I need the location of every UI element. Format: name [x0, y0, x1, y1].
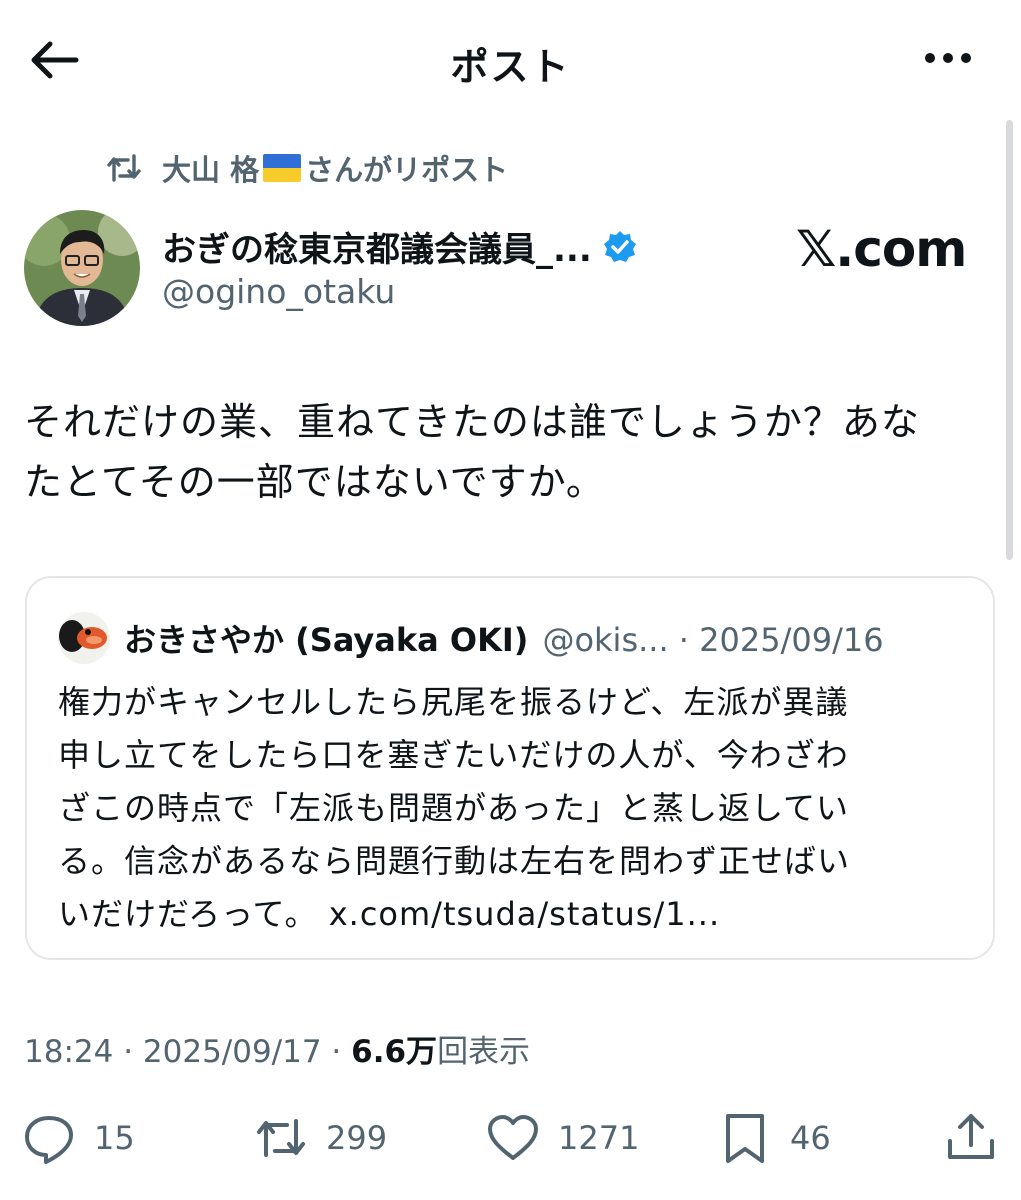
quote-text-tail: いだけだろって。 [58, 895, 318, 933]
like-button[interactable]: 1271 [486, 1108, 639, 1168]
quote-text-line: 申し立てをしたら口を塞ぎたいだけの人が、今わざわ [58, 736, 849, 774]
quote-header: おきさやか (Sayaka OKI) @okis... · 2025/09/16 [124, 615, 884, 661]
bookmark-count: 46 [790, 1119, 831, 1157]
bookmark-button[interactable]: 46 [718, 1108, 831, 1168]
share-icon [948, 1114, 994, 1159]
scrollbar[interactable] [1006, 120, 1013, 560]
quote-text: 権力がキャンセルしたら尻尾を振るけど、左派が異議 申し立てをしたら口を塞ぎたいだ… [58, 676, 958, 941]
repost-user-name: 大山 格 [162, 153, 260, 187]
author-handle[interactable]: @ogino_otaku [162, 272, 395, 311]
more-button[interactable] [918, 38, 978, 78]
avatar[interactable] [24, 210, 140, 326]
quote-text-line: る。信念があるなら問題行動は左右を問わず正せばい [58, 842, 851, 880]
repost-count: 299 [326, 1119, 388, 1157]
view-count: 6.6万 [351, 1034, 438, 1070]
repost-icon [107, 154, 141, 182]
repost-context[interactable]: 大山 格 さんがリポスト [106, 148, 508, 188]
verified-badge-icon [603, 230, 636, 262]
repost-label: さんがリポスト [305, 153, 509, 187]
reply-button[interactable]: 15 [22, 1108, 135, 1168]
quote-text-line: 権力がキャンセルしたら尻尾を振るけど、左派が異議 [58, 683, 849, 721]
ukraine-flag-icon [263, 154, 302, 182]
more-horizontal-icon [925, 53, 971, 63]
heart-icon [488, 1115, 538, 1160]
post-timestamp: 18:24 · 2025/09/17 · 6.6万回表示 [24, 1026, 530, 1071]
reply-icon [25, 1116, 73, 1164]
share-button[interactable] [944, 1108, 1016, 1168]
bookmark-icon [726, 1114, 764, 1163]
post-text: それだけの業、重ねてきたのは誰でしょうか？あな たとてその一部ではないですか。 [24, 392, 989, 512]
page-title: ポスト [450, 45, 571, 89]
quote-avatar[interactable] [58, 612, 110, 664]
reply-count: 15 [94, 1119, 135, 1157]
post-time: 18:24 · 2025/09/17 · [24, 1034, 352, 1070]
quote-text-line: いだけだろって。 x.com/tsuda/status/1... [58, 888, 958, 941]
repost-button[interactable]: 299 [254, 1108, 387, 1168]
repost-icon [257, 1119, 305, 1157]
quote-text-line: ざこの時点で「左派も問題があった」と蒸し返してい [58, 789, 850, 827]
quote-author-name: おきさやか (Sayaka OKI) [124, 621, 529, 659]
quote-meta: @okis... · 2025/09/16 [542, 621, 884, 659]
author-name-row[interactable]: おぎの稔東京都議会議員_... [162, 222, 638, 271]
post-text-line: それだけの業、重ねてきたのは誰でしょうか？あな [24, 400, 920, 444]
x-watermark: 𝕏.com [796, 220, 967, 278]
quote-link[interactable]: x.com/tsuda/status/1... [329, 895, 720, 933]
author-name: おぎの稔東京都議会議員_... [162, 230, 592, 270]
view-label: 回表示 [437, 1034, 531, 1070]
like-count: 1271 [558, 1119, 640, 1157]
post-text-line: たとてその一部ではないですか。 [24, 460, 605, 504]
